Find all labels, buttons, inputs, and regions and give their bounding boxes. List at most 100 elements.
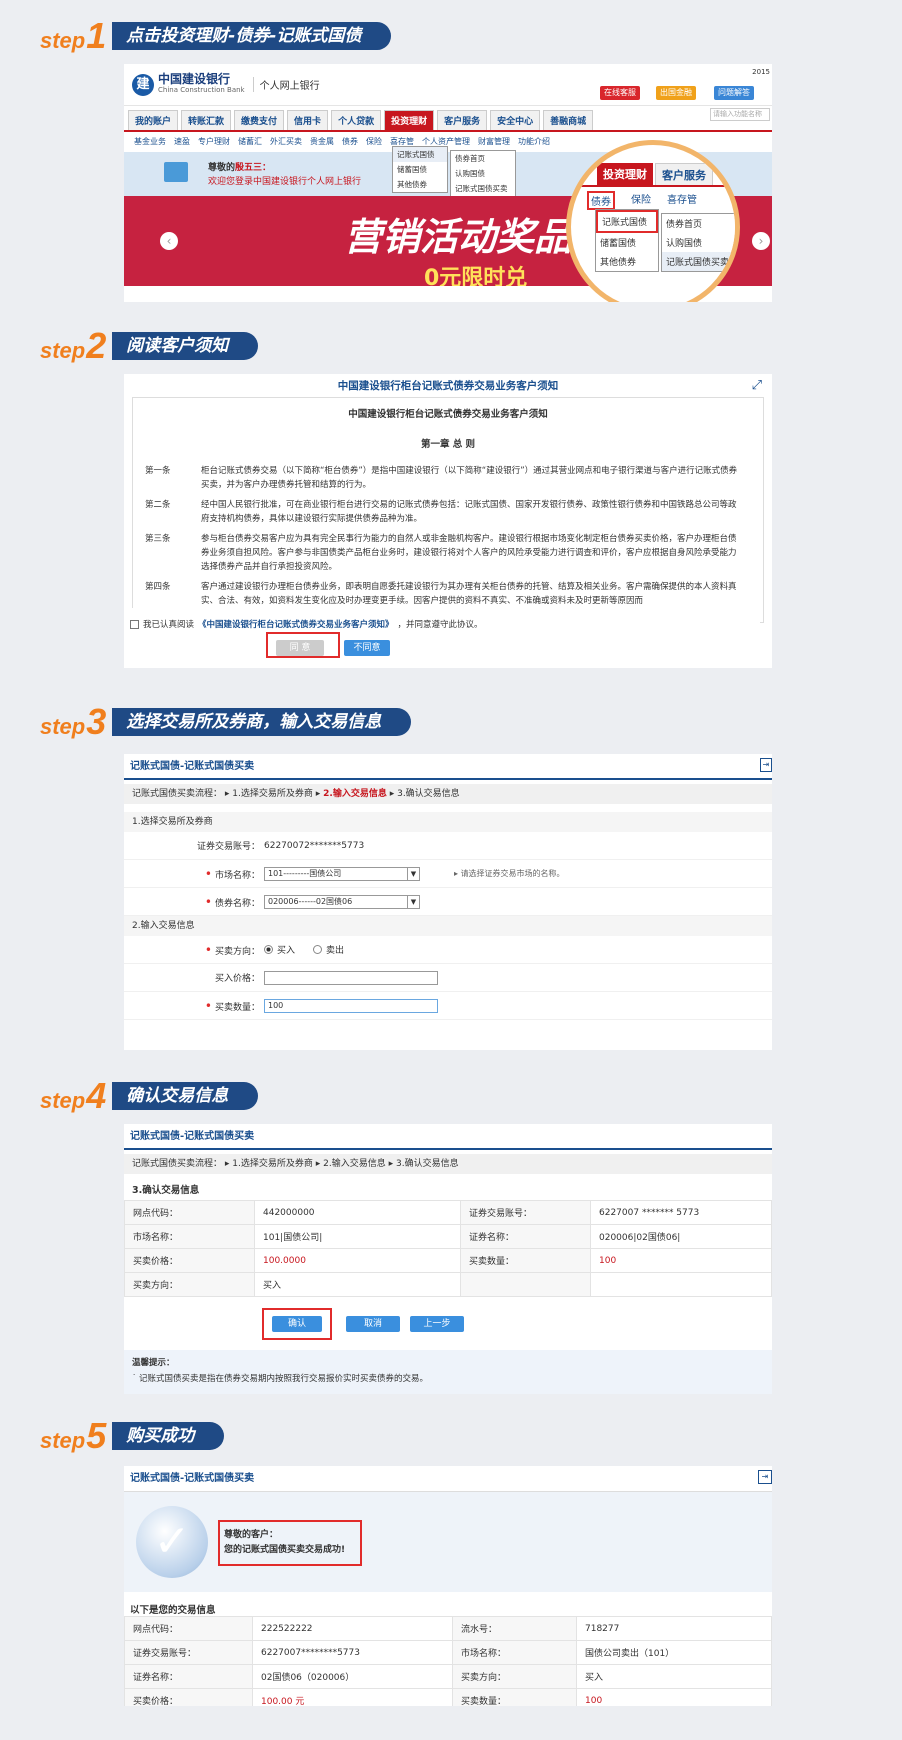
zoom-nav-insurance[interactable]: 保险 (631, 191, 651, 210)
tab-mall[interactable]: 善融商城 (543, 110, 594, 130)
menu-ledger-bond[interactable]: 记账式国债 (393, 147, 447, 162)
menu-subscribe[interactable]: 认购国债 (451, 166, 515, 181)
step-word: step (40, 28, 86, 53)
step-title: 点击投资理财-债券-记账式国债 (112, 22, 392, 50)
subnav-intro[interactable]: 功能介绍 (518, 136, 550, 148)
banner-text-2: 0元限时兑 (424, 266, 528, 286)
subnav-metal[interactable]: 贵金属 (310, 136, 334, 148)
cell-value: 6227007********5773 (252, 1640, 453, 1665)
flow-step-1: 1.选择交易所及券商 (232, 1159, 313, 1169)
online-service-button[interactable]: 在线客服 (600, 86, 640, 100)
tab-transfer[interactable]: 转账汇款 (181, 110, 232, 130)
exit-icon[interactable]: ⇥ (758, 1470, 772, 1484)
tab-my-account[interactable]: 我的账户 (128, 110, 179, 130)
cell-label: 证券交易账号： (124, 1640, 253, 1665)
step-word: step (40, 338, 86, 363)
zoom-menu-ledger-trade[interactable]: 记账式国债买卖 (662, 252, 735, 271)
zoom-tab-investment[interactable]: 投资理财 (597, 163, 653, 187)
cell-value: 买入 (254, 1272, 461, 1297)
menu-other-bond[interactable]: 其他债券 (393, 177, 447, 192)
cell-label: 证券名称： (460, 1224, 591, 1249)
cell-value: 02国债06（020006） (252, 1664, 453, 1689)
zoom-menu-other[interactable]: 其他债券 (596, 252, 658, 271)
zoom-menu-subscribe[interactable]: 认购国债 (662, 233, 735, 252)
tip-title: 温馨提示： (132, 1358, 175, 1368)
overseas-finance-button[interactable]: 出国金融 (656, 86, 696, 100)
step2-screenshot: 中国建设银行柜台记账式债券交易业务客户须知 ⤢ 中国建设银行柜台记账式债券交易业… (124, 374, 772, 668)
step4-header: step4 确认交易信息 (40, 1075, 259, 1116)
step3-header: step3 选择交易所及券商，输入交易信息 (40, 701, 412, 742)
subnav-private[interactable]: 专户理财 (198, 136, 230, 148)
required-icon: • (204, 942, 212, 957)
subnav-forex[interactable]: 外汇买卖 (270, 136, 302, 148)
price-input[interactable] (264, 970, 438, 985)
menu-savings-bond[interactable]: 储蓄国债 (393, 162, 447, 177)
tab-investment[interactable]: 投资理财 (384, 110, 435, 130)
tab-security[interactable]: 安全中心 (490, 110, 541, 130)
tab-customer-service[interactable]: 客户服务 (437, 110, 488, 130)
market-select[interactable]: 101---------国债公司 ▼ (264, 866, 420, 881)
agree-checkbox[interactable] (130, 619, 139, 629)
step3-screenshot: 记账式国债-记账式国债买卖 ⇥ 记账式国债买卖流程： ▸ 1.选择交易所及券商 … (124, 754, 772, 1050)
direction-row: • 买卖方向： 买入 卖出 (124, 936, 772, 964)
prev-arrow-icon[interactable]: ‹ (160, 232, 178, 250)
cell-label: 买卖价格： (124, 1688, 253, 1706)
subnav-suying[interactable]: 速盈 (174, 136, 190, 148)
faq-button[interactable]: 问题解答 (714, 86, 754, 100)
flow-step-3: 3.确认交易信息 (396, 1159, 459, 1169)
menu-ledger-trade[interactable]: 记账式国债买卖 (451, 181, 515, 196)
success-check-icon: ✓ (136, 1506, 208, 1578)
tab-payment[interactable]: 缴费支付 (234, 110, 285, 130)
sell-radio[interactable] (313, 945, 323, 954)
prev-step-button[interactable]: 上一步 (410, 1316, 464, 1332)
quantity-input[interactable]: 100 (264, 998, 438, 1013)
exit-icon[interactable]: ⇥ (760, 758, 772, 772)
step-number: 3 (86, 701, 107, 742)
flow-step-1: 1.选择交易所及券商 (232, 789, 313, 799)
article-row: 第一条 柜台记账式债券交易（以下简称“柜台债券”）是指中国建设银行（以下简称“建设… (145, 462, 741, 494)
tip-box: 温馨提示： ˙ 记账式国债买卖是指在债券交易期内按照我行交易报价实时买卖债券的交… (124, 1350, 772, 1394)
subnav-fund[interactable]: 基金业务 (134, 136, 166, 148)
cell-label: 买卖数量： (452, 1688, 577, 1706)
article-text: 客户通过建设银行办理柜台债券业务，即表明自愿委托建设银行为其办理有关柜台债券的托… (201, 582, 737, 606)
cell-value: 100.00 元 (252, 1688, 453, 1706)
bond-select[interactable]: 020006------02国债06 ▼ (264, 894, 420, 909)
step-number: 1 (86, 15, 107, 56)
zoom-tab-service[interactable]: 客户服务 (655, 163, 713, 187)
cancel-button[interactable]: 取消 (346, 1316, 400, 1332)
article-no: 第四条 (145, 582, 171, 592)
cell-label: 流水号： (452, 1616, 577, 1641)
article-row: 第三条 参与柜台债券交易客户应为具有完全民事行为能力的自然人或非金融机构客户。建设… (145, 530, 741, 576)
cell-value: 442000000 (254, 1200, 461, 1225)
subnav-wealth[interactable]: 财富管理 (478, 136, 510, 148)
zoom-menu-ledger[interactable]: 记账式国债 (596, 210, 658, 233)
article-no: 第三条 (145, 534, 171, 544)
zoom-menu-savings[interactable]: 储蓄国债 (596, 233, 658, 252)
menu-bond-home[interactable]: 债券首页 (451, 151, 515, 166)
bond-submenu: 记账式国债 储蓄国债 其他债券 (392, 146, 448, 193)
tab-credit-card[interactable]: 信用卡 (287, 110, 329, 130)
disagree-button[interactable]: 不同意 (344, 640, 390, 656)
agreement-link[interactable]: 《中国建设银行柜台记账式债券交易业务客户须知》 (198, 618, 394, 630)
cell-value (590, 1272, 772, 1297)
subnav-insurance[interactable]: 保险 (366, 136, 382, 148)
next-arrow-icon[interactable]: › (752, 232, 770, 250)
tab-loan[interactable]: 个人贷款 (331, 110, 382, 130)
article-text: 柜台记账式债券交易（以下简称“柜台债券”）是指中国建设银行（以下简称“建设银行”… (201, 466, 738, 490)
expand-icon[interactable]: ⤢ (752, 378, 762, 393)
zoom-nav-bond[interactable]: 债券 (587, 191, 615, 210)
step-number: 4 (86, 1075, 107, 1116)
cell-value: 6227007 ******* 5773 (590, 1200, 772, 1225)
zoom-nav-custody[interactable]: 喜存管 (667, 191, 697, 210)
zoom-menu-bond-home[interactable]: 债券首页 (662, 214, 735, 233)
subnav-savings[interactable]: 储蓄汇 (238, 136, 262, 148)
banner-text: 营销活动奖品 (344, 215, 573, 259)
subnav-bond[interactable]: 债券 (342, 136, 358, 148)
ccb-logo-icon: 建 (132, 73, 154, 96)
market-hint: 请选择证券交易市场的名称。 (460, 869, 565, 878)
search-input[interactable]: 请输入功能名称 (710, 108, 770, 121)
dropdown-arrow-icon: ▼ (407, 867, 419, 880)
required-icon: • (204, 998, 212, 1013)
buy-radio[interactable] (264, 945, 273, 954)
result-table: 网点代码： 222522222 流水号： 718277 证券交易账号： 6227… (124, 1616, 772, 1706)
